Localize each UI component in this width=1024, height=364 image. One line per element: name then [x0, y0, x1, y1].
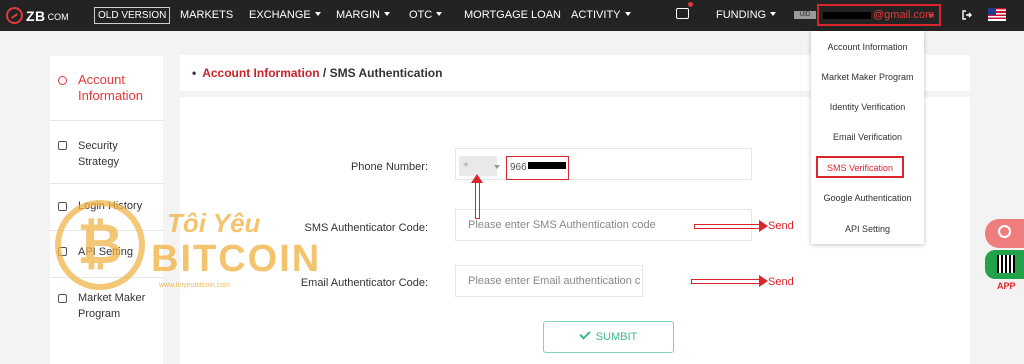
document-icon [58, 202, 67, 211]
nav-otc-label: OTC [409, 9, 433, 21]
sidebar-item-security-strategy[interactable]: Security Strategy [50, 121, 163, 184]
old-version-button[interactable]: OLD VERSION [94, 7, 171, 24]
dropdown-item-sms-verification[interactable]: SMS Verification [811, 163, 909, 173]
nav-exchange-label: EXCHANGE [249, 9, 311, 21]
sidebar-item-label: API Setting [78, 246, 134, 258]
chevron-down-icon [494, 165, 500, 169]
redacted-phone-number [528, 162, 566, 169]
zb-logo-icon [6, 7, 23, 24]
chevron-down-icon [928, 14, 934, 18]
account-menu-button[interactable]: @gmail.com [817, 4, 941, 26]
logo-suffix: COM [47, 12, 69, 22]
support-icon [998, 225, 1011, 238]
top-navigation-bar: ZB COM OLD VERSION MARKETS EXCHANGE MARG… [0, 0, 1024, 31]
nav-mortgage-loan[interactable]: MORTGAGE LOAN [464, 9, 561, 21]
nav-margin[interactable]: MARGIN [336, 9, 390, 21]
nav-activity-label: ACTIVITY [571, 9, 621, 21]
sms-code-label: SMS Authenticator Code: [304, 222, 428, 234]
nav-markets-label: MARKETS [180, 9, 234, 21]
breadcrumb-bullet: • [192, 66, 197, 80]
breadcrumb-text: • Account Information / SMS Authenticatio… [192, 66, 442, 80]
sidebar-item-label: Market Maker Program [78, 292, 146, 320]
chevron-down-icon [624, 12, 631, 16]
redacted-username [823, 12, 871, 19]
dropdown-item-api-setting[interactable]: API Setting [811, 224, 924, 234]
breadcrumb-parent-link[interactable]: Account Information [202, 66, 319, 80]
dropdown-item-identity-verification[interactable]: Identity Verification [811, 102, 924, 112]
sidebar-item-label: Login History [78, 200, 143, 212]
nav-funding-label: FUNDING [716, 9, 767, 21]
nav-exchange[interactable]: EXCHANGE [249, 9, 321, 21]
user-icon [58, 76, 67, 85]
nav-mortgage-loan-label: MORTGAGE LOAN [464, 9, 561, 21]
nav-funding[interactable]: FUNDING [716, 9, 777, 21]
annotation-arrow-right [694, 220, 768, 232]
dropdown-item-google-authentication[interactable]: Google Authentication [811, 193, 924, 203]
api-icon [58, 247, 67, 256]
chevron-down-icon [314, 12, 321, 16]
chevron-down-icon [436, 12, 443, 16]
lightbulb-icon [58, 141, 67, 150]
chevron-down-icon [770, 12, 777, 16]
nav-markets[interactable]: MARKETS [180, 9, 233, 21]
zb-logo[interactable]: ZB COM [6, 6, 69, 25]
dropdown-item-market-maker-program[interactable]: Market Maker Program [811, 72, 924, 82]
qr-code-icon [997, 255, 1015, 273]
account-dropdown-menu: Account Information Market Maker Program… [811, 31, 924, 244]
sidebar-item-market-maker-program[interactable]: Market Maker Program [50, 278, 163, 334]
email-code-input[interactable]: Please enter Email authentication c [455, 265, 643, 297]
breadcrumb-separator: / [322, 66, 327, 80]
annotation-arrow-up [471, 174, 483, 219]
message-icon[interactable] [676, 8, 689, 19]
phone-number-label: Phone Number: [350, 161, 428, 173]
account-email: @gmail.com [873, 9, 935, 21]
phone-number-field [455, 148, 752, 180]
nav-activity[interactable]: ACTIVITY [571, 9, 631, 21]
market-maker-icon [58, 294, 67, 303]
sidebar-item-label: Account Information [78, 72, 144, 103]
checkmark-icon [579, 328, 591, 340]
uid-badge: UID [794, 11, 816, 19]
submit-button-label: SUMBIT [595, 331, 638, 343]
app-download-button[interactable] [985, 250, 1024, 279]
submit-button[interactable]: SUMBIT [543, 321, 674, 353]
sidebar-item-label: Security Strategy [78, 140, 119, 168]
send-email-code-button[interactable]: Send [768, 276, 794, 288]
customer-service-button[interactable] [985, 219, 1024, 248]
nav-margin-label: MARGIN [336, 9, 380, 21]
logout-icon[interactable] [962, 10, 972, 20]
sidebar-item-login-history[interactable]: Login History [50, 184, 163, 231]
breadcrumb-current: SMS Authentication [329, 66, 443, 80]
email-code-label: Email Authenticator Code: [300, 277, 428, 289]
country-code-select[interactable]: + [459, 156, 497, 176]
annotation-arrow-right [691, 275, 768, 287]
sidebar-item-account-information[interactable]: Account Information [50, 56, 163, 121]
dropdown-item-email-verification[interactable]: Email Verification [811, 132, 924, 142]
notification-dot [688, 2, 693, 7]
sidebar-item-api-setting[interactable]: API Setting [50, 231, 163, 278]
nav-otc[interactable]: OTC [409, 9, 443, 21]
dropdown-item-account-information[interactable]: Account Information [811, 42, 924, 52]
send-sms-code-button[interactable]: Send [768, 220, 794, 232]
us-flag-icon[interactable] [988, 8, 1006, 21]
chevron-down-icon [384, 12, 390, 16]
logo-text: ZB [26, 7, 46, 24]
app-label: APP [997, 281, 1016, 291]
account-sidebar: Account Information Security Strategy Lo… [50, 56, 163, 364]
